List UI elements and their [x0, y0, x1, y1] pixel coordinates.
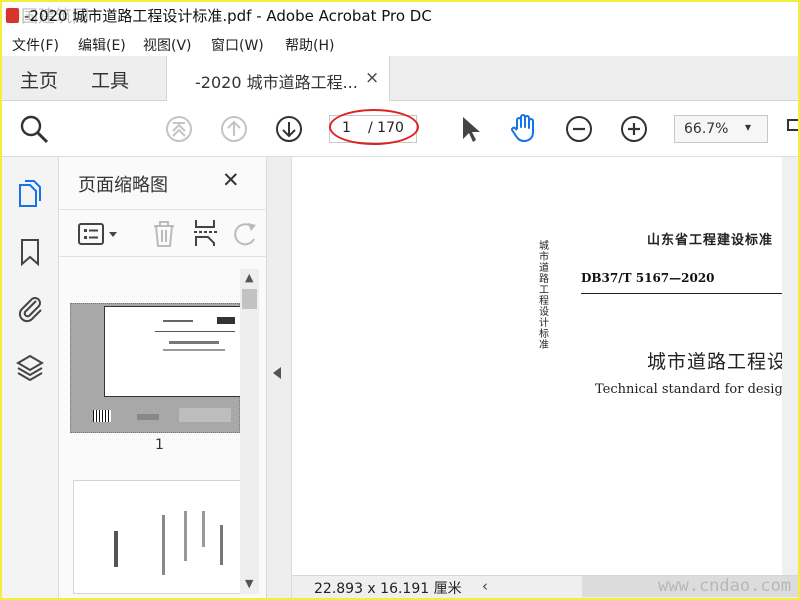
- scroll-left-icon[interactable]: ‹: [482, 577, 488, 595]
- panel-close-button[interactable]: ✕: [222, 168, 240, 192]
- collapse-arrow-icon[interactable]: [273, 367, 281, 379]
- document-title: 城市道路工程设计: [647, 351, 800, 373]
- thumbnail-text-column: [202, 511, 205, 547]
- search-icon[interactable]: [18, 113, 50, 145]
- trash-icon[interactable]: [151, 220, 177, 248]
- insert-page-icon[interactable]: [192, 218, 220, 248]
- title-bar: 中国建筑网 -2020 城市道路工程设计标准.pdf - Adobe Acrob…: [2, 2, 798, 30]
- thumbnail-text-column: [184, 511, 187, 561]
- tab-row: 主页 工具 -2020 城市道路工程... ×: [2, 56, 798, 101]
- zoom-out-icon[interactable]: [563, 113, 595, 145]
- document-side-title: 城市道路工程设计标准: [539, 241, 549, 351]
- tab-document-label: -2020 城市道路工程...: [195, 73, 358, 92]
- hand-tool-icon[interactable]: [508, 112, 540, 144]
- tab-document[interactable]: -2020 城市道路工程... ×: [166, 56, 390, 101]
- acrobat-app-icon: [6, 8, 19, 23]
- thumbnail-scrollbar[interactable]: ▲ ▼: [240, 269, 259, 594]
- menu-help[interactable]: 帮助(H): [285, 35, 334, 55]
- rotate-icon[interactable]: [234, 221, 258, 247]
- zoom-in-icon[interactable]: [618, 113, 650, 145]
- document-code: DB37/T 5167—2020: [581, 271, 715, 285]
- document-rule: [581, 293, 798, 294]
- menu-file[interactable]: 文件(F): [12, 35, 59, 55]
- select-arrow-icon[interactable]: [454, 113, 486, 145]
- more-icon[interactable]: [786, 117, 800, 137]
- thumbnail-logo: [217, 317, 235, 324]
- prev-page-icon[interactable]: [218, 113, 250, 145]
- panel-title: 页面缩略图: [78, 175, 168, 196]
- scroll-down-icon[interactable]: ▼: [245, 577, 253, 590]
- thumbnail-page-preview: [104, 306, 242, 397]
- bookmark-icon[interactable]: [18, 237, 42, 267]
- scrollbar-thumb[interactable]: [242, 289, 257, 309]
- menu-bar: 文件(F) 编辑(E) 视图(V) 窗口(W) 帮助(H): [2, 30, 798, 56]
- left-rail: [2, 157, 59, 598]
- layers-icon[interactable]: [16, 353, 44, 383]
- zoom-dropdown[interactable]: 66.7% ▾: [674, 115, 768, 143]
- menu-edit[interactable]: 编辑(E): [78, 35, 126, 55]
- window-title: -2020 城市道路工程设计标准.pdf - Adobe Acrobat Pro…: [24, 7, 432, 25]
- options-menu-icon[interactable]: [77, 222, 119, 246]
- barcode-icon: [93, 410, 111, 422]
- next-page-icon[interactable]: [273, 113, 305, 145]
- tab-tools[interactable]: 工具: [91, 66, 129, 93]
- page-thumbnail-1[interactable]: [70, 303, 242, 433]
- page-thumbnail-2[interactable]: [73, 480, 241, 594]
- menu-window[interactable]: 窗口(W): [211, 35, 264, 55]
- menu-view[interactable]: 视图(V): [143, 35, 192, 55]
- panel-toolbar: [59, 209, 266, 257]
- thumbnail-rule: [155, 331, 235, 332]
- thumbnail-subtitle-line: [163, 349, 225, 351]
- page-dimensions: 22.893 x 16.191 厘米: [314, 581, 462, 597]
- tab-close-button[interactable]: ×: [365, 68, 379, 88]
- thumbnail-panel: 页面缩略图 ✕ 1 ▲ ▼: [59, 157, 267, 598]
- thumbnail-footer-text: [137, 414, 159, 420]
- scroll-up-icon[interactable]: ▲: [245, 271, 253, 284]
- document-org: 山东省工程建设标准: [647, 233, 774, 248]
- first-page-icon[interactable]: [163, 113, 195, 145]
- status-bar: 22.893 x 16.191 厘米 ‹ www.cndao.com: [292, 575, 798, 598]
- thumbnail-label-1: 1: [155, 437, 164, 453]
- thumbnail-text-line: [163, 320, 193, 322]
- thumbnail-text-column: [114, 531, 118, 567]
- panel-collapse-strip[interactable]: [267, 157, 292, 598]
- tab-home[interactable]: 主页: [20, 66, 58, 93]
- thumbnail-footer-block: [179, 408, 231, 422]
- thumbnail-text-column: [220, 525, 223, 565]
- document-subtitle: Technical standard for design of urba: [595, 382, 798, 397]
- document-scrollbar[interactable]: [782, 157, 798, 575]
- document-view[interactable]: 城市道路工程设计标准 山东省工程建设标准 DB37/T 5167—2020 城市…: [292, 157, 798, 575]
- chevron-down-icon: ▾: [745, 120, 752, 134]
- highlight-annotation: [329, 109, 419, 145]
- app-window: 中国建筑网 -2020 城市道路工程设计标准.pdf - Adobe Acrob…: [0, 0, 800, 600]
- zoom-value: 66.7%: [684, 121, 729, 137]
- toolbar: 1 / 170 66.7% ▾: [2, 101, 798, 157]
- watermark-bottom-right: www.cndao.com: [658, 576, 792, 596]
- attachment-icon[interactable]: [16, 293, 44, 323]
- thumbnail-text-column: [162, 515, 165, 575]
- pages-icon[interactable]: [16, 179, 44, 209]
- thumbnail-title-line: [169, 341, 219, 344]
